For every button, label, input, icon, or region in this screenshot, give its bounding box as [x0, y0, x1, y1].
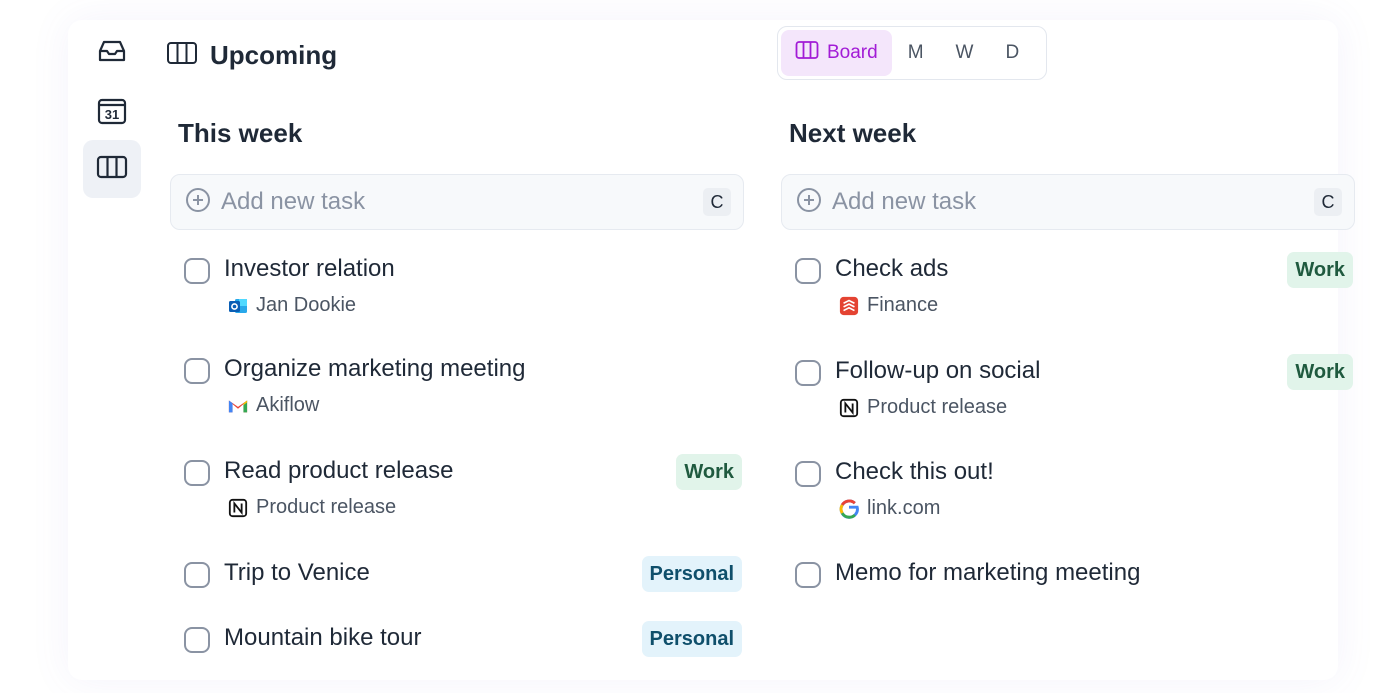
task-title: Read product release — [224, 457, 454, 484]
outlook-icon — [228, 296, 248, 316]
view-switcher: Board M W D — [777, 26, 1047, 80]
add-task-placeholder: Add new task — [221, 188, 366, 215]
notion-icon — [228, 498, 248, 518]
task-item[interactable]: Organize marketing meeting Akiflow — [182, 354, 744, 424]
task-source: link.com — [839, 497, 940, 520]
task-title: Check ads — [835, 255, 949, 282]
board-icon — [166, 40, 198, 71]
task-checkbox[interactable] — [795, 562, 821, 588]
task-item[interactable]: Read product release Work Product releas… — [182, 454, 744, 526]
sidebar-item-calendar[interactable]: 31 — [83, 82, 141, 140]
task-checkbox[interactable] — [795, 461, 821, 487]
task-title: Memo for marketing meeting — [835, 559, 1141, 586]
todoist-icon — [839, 296, 859, 316]
task-source-label: Product release — [256, 496, 397, 518]
calendar-day-label: 31 — [104, 107, 120, 122]
tag-personal[interactable]: Personal — [641, 556, 742, 592]
task-source: Jan Dookie — [228, 294, 356, 317]
shortcut-badge: C — [1314, 188, 1342, 216]
view-week-button[interactable]: W — [940, 30, 990, 76]
task-item[interactable]: Check this out! link.com — [793, 457, 1355, 527]
task-source-label: Akiflow — [256, 394, 320, 416]
board-icon — [795, 40, 819, 66]
view-month-button[interactable]: M — [892, 30, 940, 76]
notion-icon — [839, 398, 859, 418]
sidebar-item-board[interactable] — [83, 140, 141, 198]
task-source: Product release — [839, 396, 1007, 419]
task-checkbox[interactable] — [184, 460, 210, 486]
board-icon — [96, 154, 128, 185]
task-title: Mountain bike tour — [224, 624, 422, 651]
task-source-label: Finance — [867, 294, 939, 316]
shortcut-badge: C — [703, 188, 731, 216]
task-checkbox[interactable] — [184, 258, 210, 284]
task-item[interactable]: Follow-up on social Work Product release — [793, 354, 1355, 426]
task-source: Akiflow — [228, 394, 319, 417]
task-checkbox[interactable] — [795, 258, 821, 284]
tag-personal[interactable]: Personal — [641, 621, 742, 657]
task-item[interactable]: Investor relation Jan Dookie — [182, 254, 744, 324]
tag-work[interactable]: Work — [1287, 252, 1353, 288]
task-checkbox[interactable] — [795, 360, 821, 386]
page-title: Upcoming — [210, 39, 338, 70]
column-title: This week — [178, 118, 303, 148]
task-checkbox[interactable] — [184, 358, 210, 384]
task-source: Product release — [228, 496, 396, 519]
google-icon — [839, 498, 859, 519]
page-header: Upcoming — [166, 38, 337, 72]
column-title: Next week — [789, 118, 917, 148]
task-title: Follow-up on social — [835, 357, 1041, 384]
task-title: Trip to Venice — [224, 559, 370, 586]
task-item[interactable]: Trip to Venice Personal — [182, 556, 744, 628]
sidebar-item-inbox[interactable] — [83, 24, 141, 82]
add-task-placeholder: Add new task — [832, 188, 977, 215]
inbox-icon — [96, 37, 128, 70]
add-task-input[interactable]: Add new task C — [781, 174, 1355, 230]
task-checkbox[interactable] — [184, 627, 210, 653]
task-source-label: link.com — [867, 497, 941, 519]
task-checkbox[interactable] — [184, 562, 210, 588]
app-window: 31 Upcoming Board M W D This week Add ne… — [68, 20, 1355, 680]
add-task-input[interactable]: Add new task C — [170, 174, 744, 230]
task-source-label: Product release — [867, 396, 1008, 418]
task-title: Check this out! — [835, 458, 994, 485]
plus-icon — [185, 187, 211, 218]
calendar-icon: 31 — [97, 97, 127, 125]
task-item[interactable]: Check ads Work Finance — [793, 252, 1355, 324]
task-item[interactable]: Mountain bike tour Personal — [182, 621, 744, 693]
tag-work[interactable]: Work — [1287, 354, 1353, 390]
task-title: Organize marketing meeting — [224, 355, 526, 382]
task-title: Investor relation — [224, 255, 395, 282]
plus-icon — [796, 187, 822, 218]
view-day-button[interactable]: D — [989, 30, 1035, 76]
gmail-icon — [228, 396, 248, 416]
task-source-label: Jan Dookie — [256, 294, 357, 316]
task-source: Finance — [839, 294, 938, 317]
view-board-button[interactable]: Board — [781, 30, 892, 76]
view-board-label: Board — [827, 42, 878, 63]
task-item[interactable]: Memo for marketing meeting — [793, 558, 1355, 628]
tag-work[interactable]: Work — [676, 454, 742, 490]
